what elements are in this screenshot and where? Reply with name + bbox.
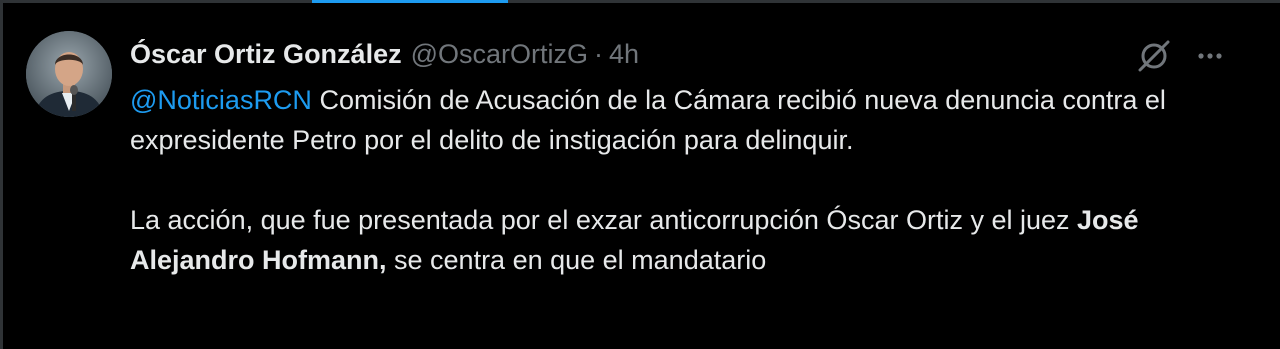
avatar[interactable] bbox=[26, 31, 112, 117]
more-options-icon[interactable] bbox=[1190, 36, 1230, 76]
mention-link[interactable]: @NoticiasRCN bbox=[130, 85, 312, 115]
timestamp[interactable]: 4h bbox=[609, 39, 639, 70]
paragraph-2-end: se centra en que el mandatario bbox=[386, 245, 767, 275]
tweet-paragraph-1: @NoticiasRCN Comisión de Acusación de la… bbox=[130, 80, 1240, 160]
tweet-paragraph-2: La acción, que fue presentada por el exz… bbox=[130, 200, 1240, 280]
left-border bbox=[0, 0, 8, 349]
header-separator: · bbox=[594, 38, 604, 69]
tweet-card[interactable]: Óscar Ortiz González @OscarOrtizG · 4h @… bbox=[0, 0, 1280, 349]
tweet-header: Óscar Ortiz González @OscarOrtizG · 4h bbox=[130, 34, 639, 74]
tweet-body: @NoticiasRCN Comisión de Acusación de la… bbox=[130, 80, 1240, 280]
avatar-photo bbox=[26, 31, 112, 117]
paragraph-2-start: La acción, que fue presentada por el exz… bbox=[130, 205, 1077, 235]
author-handle[interactable]: @OscarOrtizG bbox=[411, 39, 588, 70]
grok-icon[interactable] bbox=[1134, 36, 1174, 76]
active-tab-indicator bbox=[312, 0, 508, 3]
author-name[interactable]: Óscar Ortiz González bbox=[130, 39, 402, 70]
top-divider bbox=[0, 0, 1280, 3]
